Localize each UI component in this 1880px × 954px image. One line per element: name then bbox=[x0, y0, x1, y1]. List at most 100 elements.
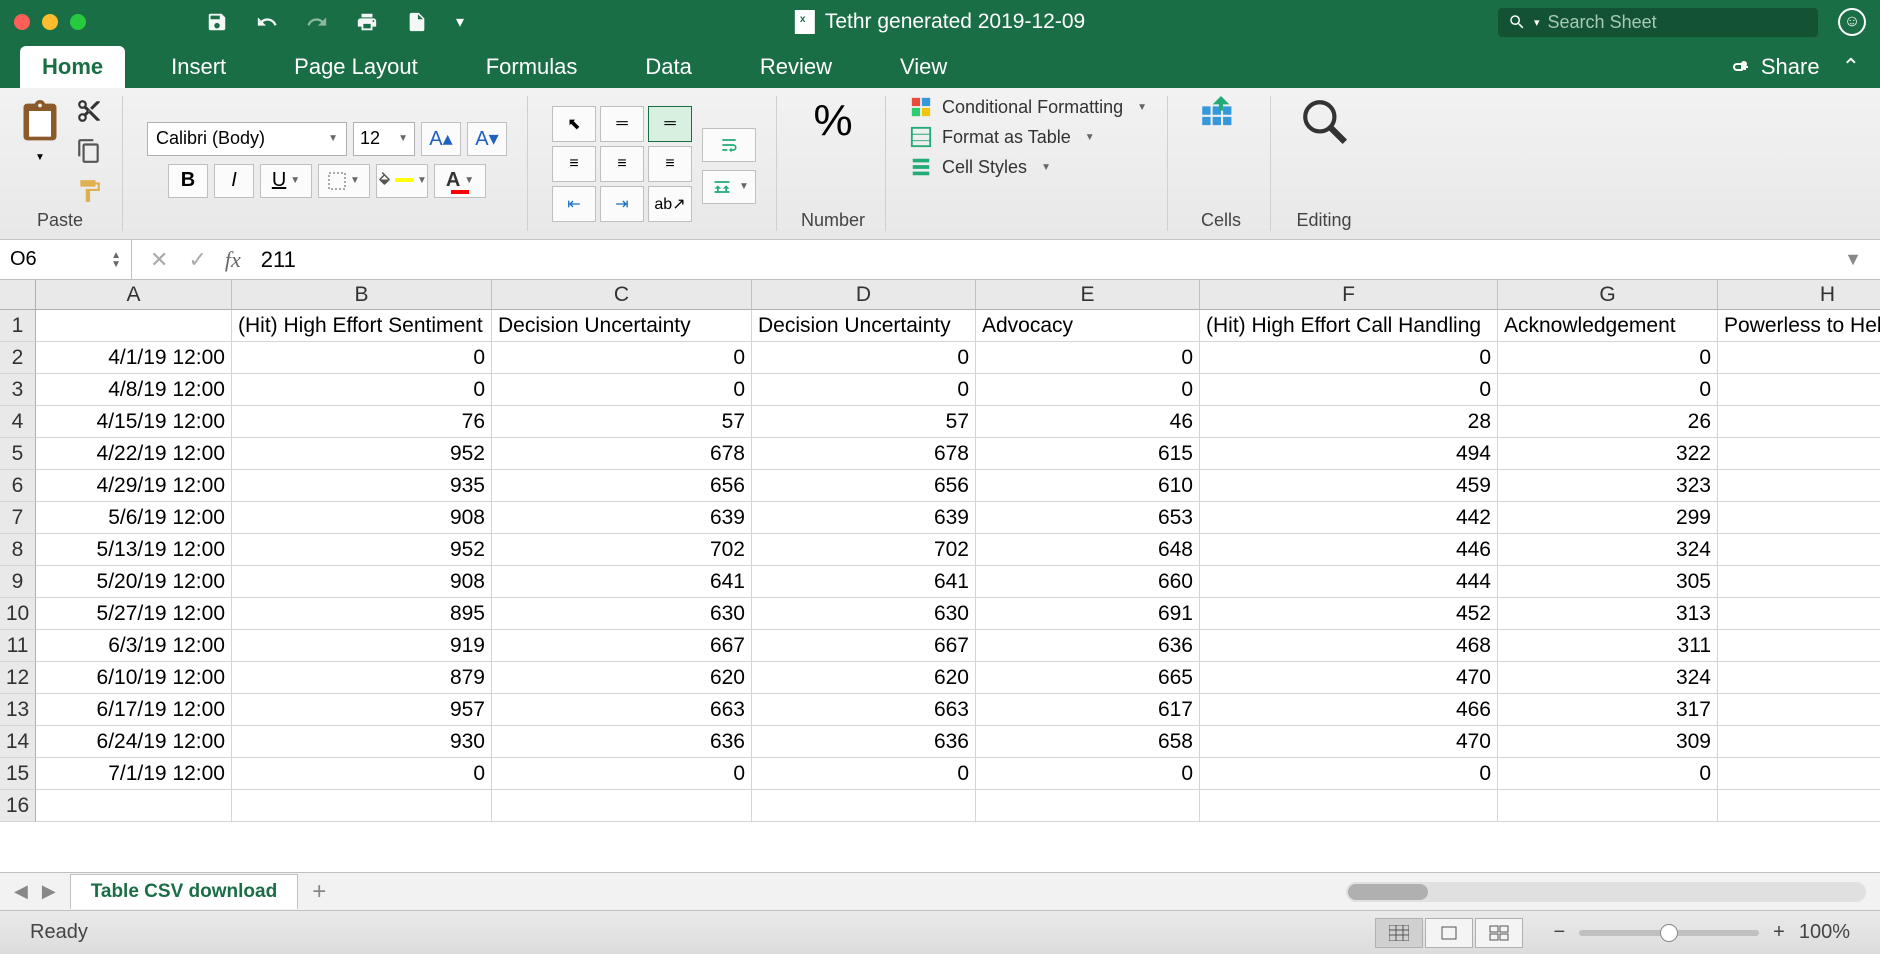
column-header[interactable]: D bbox=[752, 280, 976, 310]
cell[interactable]: Powerless to Help bbox=[1718, 310, 1880, 342]
cell[interactable]: 5/27/19 12:00 bbox=[36, 598, 232, 630]
cell[interactable]: 879 bbox=[232, 662, 492, 694]
orientation-button[interactable]: ab↗ bbox=[648, 186, 692, 222]
cell[interactable] bbox=[1200, 790, 1498, 822]
cell[interactable]: 317 bbox=[1498, 694, 1718, 726]
tab-page-layout[interactable]: Page Layout bbox=[272, 46, 440, 88]
cell[interactable]: 658 bbox=[976, 726, 1200, 758]
align-right[interactable]: ≡ bbox=[648, 146, 692, 182]
cell[interactable]: 470 bbox=[1200, 662, 1498, 694]
name-box-down-icon[interactable]: ▼ bbox=[111, 260, 121, 269]
row-header[interactable]: 3 bbox=[0, 374, 36, 406]
editing-icon[interactable] bbox=[1295, 96, 1353, 146]
cell[interactable]: 656 bbox=[752, 470, 976, 502]
column-header[interactable]: F bbox=[1200, 280, 1498, 310]
cell[interactable]: 6/3/19 12:00 bbox=[36, 630, 232, 662]
cell[interactable]: 957 bbox=[232, 694, 492, 726]
cell[interactable]: 935 bbox=[232, 470, 492, 502]
zoom-slider[interactable] bbox=[1579, 930, 1759, 936]
cell[interactable]: 617 bbox=[976, 694, 1200, 726]
row-header[interactable]: 8 bbox=[0, 534, 36, 566]
maximize-window-icon[interactable] bbox=[70, 14, 86, 30]
column-header[interactable]: C bbox=[492, 280, 752, 310]
cell[interactable]: 653 bbox=[976, 502, 1200, 534]
undo-icon[interactable] bbox=[256, 11, 278, 33]
increase-font-icon[interactable]: A▴ bbox=[421, 122, 461, 156]
share-button[interactable]: Share ⌃ bbox=[1729, 54, 1860, 88]
row-header[interactable]: 1 bbox=[0, 310, 36, 342]
column-header[interactable]: E bbox=[976, 280, 1200, 310]
cell[interactable]: 309 bbox=[1498, 726, 1718, 758]
cell[interactable]: 919 bbox=[232, 630, 492, 662]
cell[interactable]: 630 bbox=[492, 598, 752, 630]
cell[interactable]: 702 bbox=[492, 534, 752, 566]
cell[interactable]: 466 bbox=[1200, 694, 1498, 726]
cell-styles-button[interactable]: Cell Styles▼ bbox=[910, 156, 1147, 178]
borders-button[interactable]: ▼ bbox=[318, 164, 370, 198]
cell[interactable]: 610 bbox=[976, 470, 1200, 502]
horizontal-scrollbar[interactable] bbox=[1346, 882, 1866, 902]
cell[interactable]: 310 bbox=[1718, 470, 1880, 502]
sheet-nav-next-icon[interactable]: ▶ bbox=[42, 881, 56, 902]
tab-insert[interactable]: Insert bbox=[149, 46, 248, 88]
row-header[interactable]: 12 bbox=[0, 662, 36, 694]
cell[interactable]: 630 bbox=[752, 598, 976, 630]
cell[interactable]: 7/1/19 12:00 bbox=[36, 758, 232, 790]
cell[interactable]: 4/8/19 12:00 bbox=[36, 374, 232, 406]
cell[interactable]: 6/10/19 12:00 bbox=[36, 662, 232, 694]
sheet-tab[interactable]: Table CSV download bbox=[70, 874, 299, 909]
cell[interactable]: 295 bbox=[1718, 438, 1880, 470]
align-center[interactable]: ≡ bbox=[600, 146, 644, 182]
accept-formula-icon[interactable]: ✓ bbox=[188, 247, 206, 273]
search-sheet[interactable]: ▾ bbox=[1498, 8, 1818, 37]
name-box[interactable]: O6 ▲▼ bbox=[0, 240, 132, 279]
cell[interactable]: 0 bbox=[976, 758, 1200, 790]
increase-indent[interactable]: ⇥ bbox=[600, 186, 644, 222]
cell[interactable]: 295 bbox=[1718, 598, 1880, 630]
row-header[interactable]: 9 bbox=[0, 566, 36, 598]
column-header[interactable]: G bbox=[1498, 280, 1718, 310]
cell[interactable]: 0 bbox=[976, 374, 1200, 406]
cell[interactable]: 908 bbox=[232, 502, 492, 534]
cell[interactable]: 663 bbox=[492, 694, 752, 726]
column-header[interactable]: A bbox=[36, 280, 232, 310]
cell[interactable]: 444 bbox=[1200, 566, 1498, 598]
font-size-select[interactable]: 12▼ bbox=[353, 122, 415, 156]
cell[interactable]: 639 bbox=[492, 502, 752, 534]
qat-dropdown-icon[interactable]: ▾ bbox=[456, 12, 464, 32]
cell[interactable]: 0 bbox=[1718, 758, 1880, 790]
cell[interactable]: 311 bbox=[1498, 630, 1718, 662]
align-top-right[interactable]: ═ bbox=[648, 106, 692, 142]
add-sheet-icon[interactable]: + bbox=[312, 878, 326, 906]
view-page-break-icon[interactable] bbox=[1475, 918, 1523, 948]
cell[interactable]: 0 bbox=[1200, 758, 1498, 790]
cell[interactable]: 0 bbox=[232, 342, 492, 374]
cell[interactable]: 667 bbox=[492, 630, 752, 662]
cell[interactable]: (Hit) High Effort Sentiment bbox=[232, 310, 492, 342]
cell[interactable]: 5/20/19 12:00 bbox=[36, 566, 232, 598]
row-header[interactable]: 4 bbox=[0, 406, 36, 438]
merge-button[interactable]: ▼ bbox=[702, 170, 756, 204]
font-color-button[interactable]: A▼ bbox=[434, 164, 486, 198]
row-header[interactable]: 7 bbox=[0, 502, 36, 534]
cell[interactable]: 4/1/19 12:00 bbox=[36, 342, 232, 374]
row-header[interactable]: 16 bbox=[0, 790, 36, 822]
cell[interactable]: Decision Uncertainty bbox=[752, 310, 976, 342]
cell[interactable]: 639 bbox=[752, 502, 976, 534]
column-header[interactable]: H bbox=[1718, 280, 1880, 310]
cell[interactable]: 663 bbox=[752, 694, 976, 726]
cell[interactable]: 952 bbox=[232, 534, 492, 566]
view-normal-icon[interactable] bbox=[1375, 918, 1423, 948]
cell[interactable]: 952 bbox=[232, 438, 492, 470]
cell[interactable]: 656 bbox=[492, 470, 752, 502]
tab-data[interactable]: Data bbox=[623, 46, 713, 88]
row-header[interactable]: 14 bbox=[0, 726, 36, 758]
cell[interactable]: 620 bbox=[492, 662, 752, 694]
cell[interactable]: 0 bbox=[1718, 374, 1880, 406]
cell[interactable]: 470 bbox=[1200, 726, 1498, 758]
cell[interactable]: 667 bbox=[752, 630, 976, 662]
spreadsheet-grid[interactable]: ABCDEFGH1(Hit) High Effort SentimentDeci… bbox=[0, 280, 1880, 822]
cell[interactable]: 57 bbox=[752, 406, 976, 438]
cell[interactable]: 0 bbox=[492, 758, 752, 790]
cell[interactable]: 446 bbox=[1200, 534, 1498, 566]
